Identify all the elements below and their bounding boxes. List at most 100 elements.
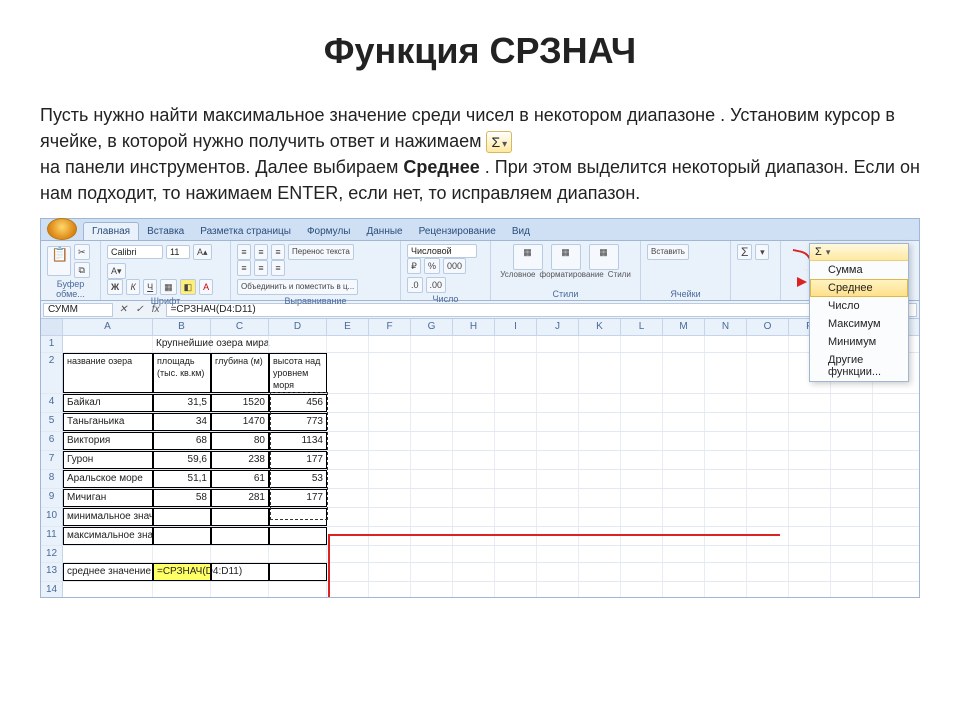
cell[interactable]: 238: [211, 451, 269, 469]
cell[interactable]: 773: [269, 413, 327, 431]
cell[interactable]: [663, 413, 705, 431]
cell[interactable]: [663, 470, 705, 488]
cell[interactable]: [789, 508, 831, 526]
cell[interactable]: Крупнейшие озера мира: [153, 336, 211, 352]
col-header[interactable]: D: [269, 319, 327, 335]
cell-styles-button[interactable]: ▦: [589, 244, 619, 270]
cell[interactable]: [789, 451, 831, 469]
cell[interactable]: [537, 470, 579, 488]
cell[interactable]: [453, 336, 495, 352]
cell[interactable]: [327, 582, 369, 597]
cell[interactable]: [579, 527, 621, 545]
menu-item-min[interactable]: Минимум: [810, 333, 908, 351]
align-right-button[interactable]: ≡: [271, 260, 285, 276]
cell[interactable]: [411, 451, 453, 469]
cell[interactable]: [537, 432, 579, 450]
align-top-button[interactable]: ≡: [237, 244, 251, 260]
cell[interactable]: [663, 563, 705, 581]
cell[interactable]: [327, 394, 369, 412]
row-header[interactable]: 6: [41, 432, 63, 450]
cell[interactable]: [831, 451, 873, 469]
cell[interactable]: [747, 546, 789, 562]
cell[interactable]: [831, 582, 873, 597]
cell[interactable]: [495, 582, 537, 597]
percent-button[interactable]: %: [424, 258, 440, 274]
cell[interactable]: [621, 508, 663, 526]
cell[interactable]: [747, 508, 789, 526]
cell[interactable]: название озера: [63, 353, 153, 393]
cell[interactable]: 177: [269, 451, 327, 469]
cell[interactable]: [747, 582, 789, 597]
cell[interactable]: [747, 432, 789, 450]
tab-review[interactable]: Рецензирование: [411, 223, 504, 240]
cell[interactable]: [211, 527, 269, 545]
cut-button[interactable]: ✂: [74, 244, 90, 260]
cell[interactable]: [537, 527, 579, 545]
row-header[interactable]: 7: [41, 451, 63, 469]
cell[interactable]: [831, 546, 873, 562]
cell[interactable]: [327, 353, 369, 393]
cell[interactable]: [789, 582, 831, 597]
cell[interactable]: [663, 336, 705, 352]
tab-insert[interactable]: Вставка: [139, 223, 192, 240]
office-button-icon[interactable]: [47, 218, 77, 240]
bold-button[interactable]: Ж: [107, 279, 123, 295]
tab-home[interactable]: Главная: [83, 222, 139, 240]
cell[interactable]: [621, 394, 663, 412]
cell[interactable]: [831, 563, 873, 581]
cell[interactable]: [579, 546, 621, 562]
row-header[interactable]: 11: [41, 527, 63, 545]
cell[interactable]: [663, 451, 705, 469]
cell[interactable]: [705, 489, 747, 507]
cell[interactable]: 58: [153, 489, 211, 507]
cell[interactable]: Мичиган: [63, 489, 153, 507]
cell[interactable]: [705, 451, 747, 469]
cell[interactable]: [411, 432, 453, 450]
cell[interactable]: [705, 432, 747, 450]
cell[interactable]: [411, 508, 453, 526]
cell[interactable]: максимальное значение: [63, 527, 153, 545]
cell[interactable]: среднее значение: [63, 563, 153, 581]
cell[interactable]: площадь (тыс. кв.км): [153, 353, 211, 393]
font-size-select[interactable]: 11: [166, 245, 190, 259]
cell[interactable]: [747, 470, 789, 488]
cell[interactable]: [495, 563, 537, 581]
align-left-button[interactable]: ≡: [237, 260, 251, 276]
cell[interactable]: 80: [211, 432, 269, 450]
menu-item-more[interactable]: Другие функции...: [810, 351, 908, 381]
cell[interactable]: [63, 582, 153, 597]
col-header[interactable]: O: [747, 319, 789, 335]
row-header[interactable]: 14: [41, 582, 63, 597]
cell[interactable]: [621, 470, 663, 488]
cell[interactable]: [327, 336, 369, 352]
cell[interactable]: [705, 394, 747, 412]
cell[interactable]: [369, 527, 411, 545]
cell[interactable]: [495, 470, 537, 488]
col-header[interactable]: A: [63, 319, 153, 335]
cell[interactable]: [369, 353, 411, 393]
cell[interactable]: [327, 489, 369, 507]
row-header[interactable]: 2: [41, 353, 63, 393]
cell[interactable]: =СРЗНАЧ(D4:D11): [153, 563, 211, 581]
cell[interactable]: [453, 489, 495, 507]
shrink-font-button[interactable]: A▾: [107, 263, 126, 279]
col-header[interactable]: L: [621, 319, 663, 335]
cell[interactable]: [705, 508, 747, 526]
cell[interactable]: [153, 527, 211, 545]
cell[interactable]: 456: [269, 394, 327, 412]
insert-cells-button[interactable]: Вставить: [647, 244, 689, 260]
format-table-button[interactable]: ▦: [551, 244, 581, 270]
cell[interactable]: [789, 527, 831, 545]
cell[interactable]: [211, 508, 269, 526]
cell[interactable]: [495, 353, 537, 393]
cell[interactable]: Виктория: [63, 432, 153, 450]
cell[interactable]: [495, 489, 537, 507]
cell[interactable]: [579, 470, 621, 488]
autosum-dropdown-button[interactable]: ▾: [755, 244, 769, 260]
cell[interactable]: 1134: [269, 432, 327, 450]
col-header[interactable]: M: [663, 319, 705, 335]
cell[interactable]: [621, 451, 663, 469]
cell[interactable]: [495, 546, 537, 562]
cell[interactable]: 59,6: [153, 451, 211, 469]
cell[interactable]: [705, 470, 747, 488]
